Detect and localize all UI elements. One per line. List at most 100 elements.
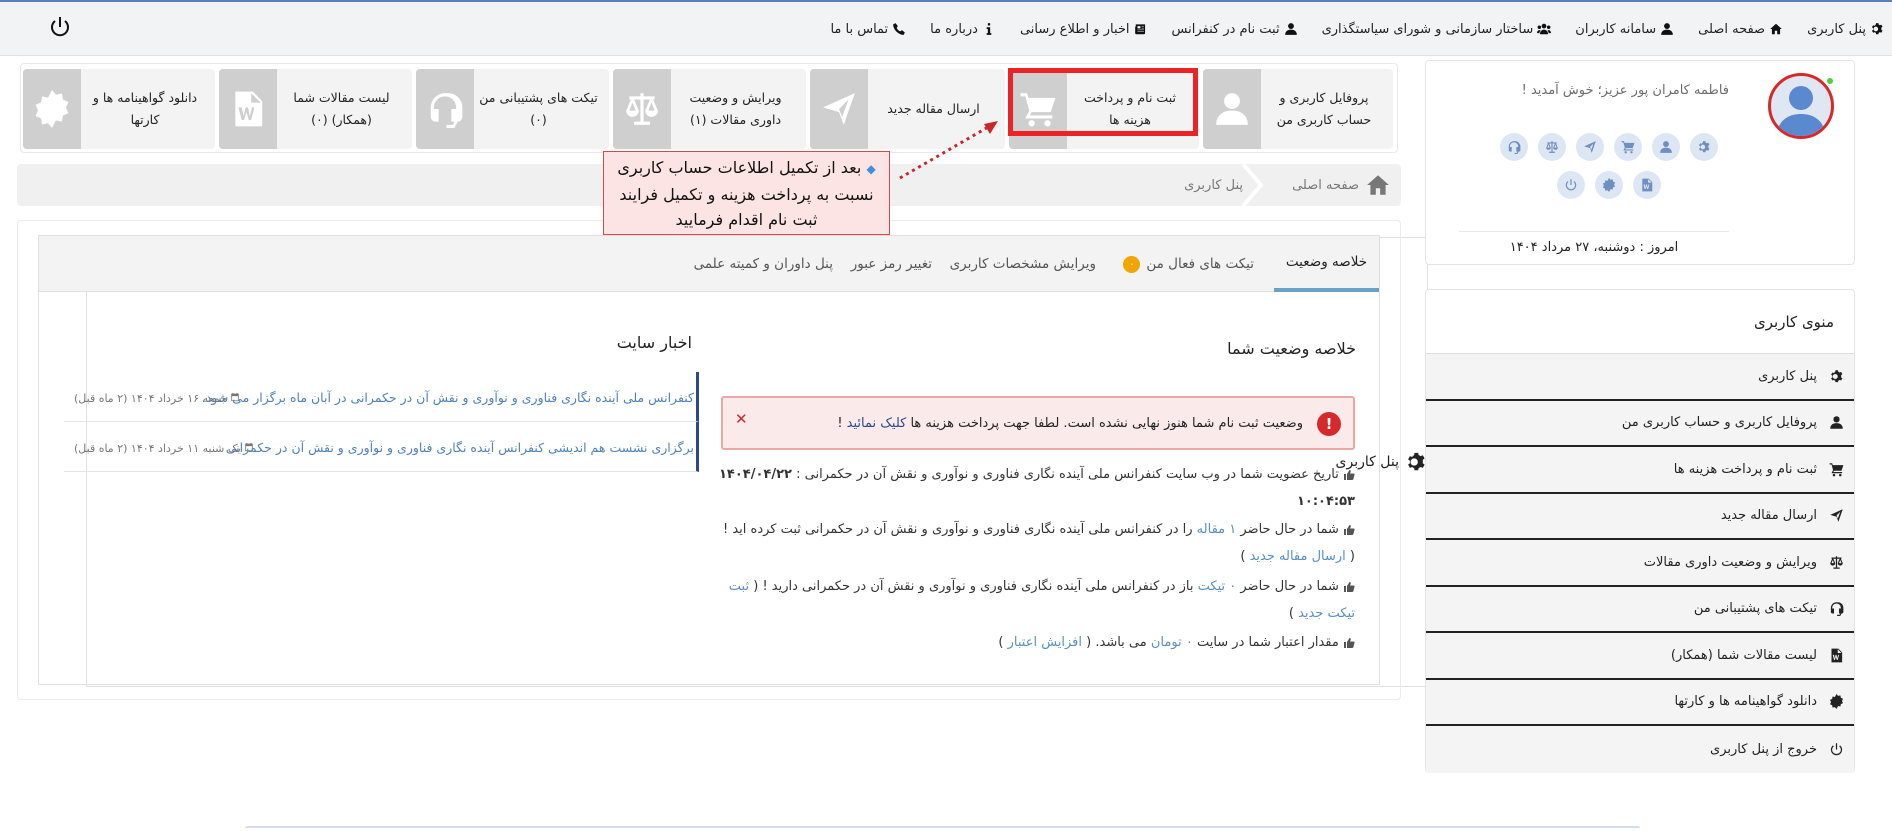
nav-user-panel[interactable]: پنل کاربری	[1807, 22, 1884, 37]
breadcrumb-separator-icon	[1241, 164, 1264, 206]
nav-user-area: پنل کاربری	[48, 2, 1428, 687]
tab-reviewers-panel[interactable]: پنل داوران و کمیته علمی	[694, 236, 833, 292]
breadcrumb-home[interactable]: صفحه اصلی	[1292, 164, 1391, 206]
summary-membership: تاریخ عضویت شما در وب سایت کنفرانس ملی آ…	[718, 467, 1355, 509]
nav-home[interactable]: صفحه اصلی	[1698, 22, 1783, 37]
credit-amount[interactable]: ۰ تومان	[1151, 635, 1193, 650]
news-item[interactable]: برگزاری نشست هم اندیشی کنفرانس آینده نگا…	[64, 422, 699, 472]
gear-icon	[1405, 451, 1427, 473]
nav-news[interactable]: اخبار و اطلاع رسانی	[1020, 22, 1148, 37]
alert-close-icon[interactable]: ✕	[735, 410, 748, 428]
quick-certificate-button[interactable]	[1595, 171, 1623, 199]
tile-profile[interactable]: پروفایل کاربری و حساب کاربری من	[1203, 69, 1393, 149]
avatar[interactable]	[1768, 73, 1834, 139]
tickets-count-badge: ۰	[1123, 255, 1141, 273]
tab-change-password[interactable]: تغییر رمز عبور	[851, 236, 932, 292]
nav-register[interactable]: ثبت نام در کنفرانس	[1172, 22, 1298, 37]
main-menu: پنل کاربری صفحه اصلی سامانه کاربران ساخت…	[830, 2, 1884, 56]
summary-title: خلاصه وضعیت شما	[1227, 339, 1356, 358]
user-icon	[1284, 22, 1298, 36]
users-icon	[1537, 22, 1551, 36]
tickets-count[interactable]: ۰ تیکت	[1198, 579, 1237, 594]
user-menu: منوی کاربری پنل کاربری پروفایل کاربری و …	[1425, 289, 1855, 773]
thumbs-up-icon	[1343, 524, 1355, 536]
quick-logout-button[interactable]	[1557, 171, 1585, 199]
summary-articles: شما در حال حاضر ۱ مقاله را در کنفرانس مل…	[723, 522, 1355, 564]
phone-icon	[892, 22, 906, 36]
news-item-meta: جمعه ۱۶ خرداد ۱۴۰۴ (۲ ماه قبل)	[74, 392, 227, 405]
new-article-link[interactable]: ارسال مقاله جدید	[1250, 549, 1346, 564]
tile-new-article[interactable]: ارسال مقاله جدید	[810, 69, 1005, 149]
tile-articles[interactable]: لیست مقالات شما (همکار) (۰)	[219, 69, 412, 149]
quick-review-button[interactable]	[1538, 133, 1566, 161]
welcome-text: فاطمه کامران پور عزیز؛ خوش آمدید !	[1521, 83, 1729, 98]
thumbs-up-icon	[1343, 637, 1355, 649]
quick-send-button[interactable]	[1576, 133, 1604, 161]
user-menu-title: منوی کاربری	[1426, 290, 1854, 354]
quick-settings-button[interactable]	[1690, 133, 1718, 161]
sidebar-item-logout[interactable]: خروج از پنل کاربری	[1426, 726, 1854, 773]
tile-certificates[interactable]: دانلود گواهینامه ها و کارتها	[23, 69, 215, 149]
user-icon	[1213, 90, 1251, 128]
avatar-placeholder-icon	[1777, 86, 1825, 136]
quick-cart-button[interactable]	[1614, 133, 1642, 161]
sidebar-item-payment[interactable]: ثبت نام و پرداخت هزینه ها	[1426, 447, 1854, 494]
footer-edge	[245, 826, 1640, 831]
quick-profile-button[interactable]	[1652, 133, 1680, 161]
tab-active-tickets[interactable]: تیکت های فعال من ۰	[1123, 236, 1254, 292]
nav-contact[interactable]: تماس با ما	[830, 22, 906, 37]
send-icon	[1829, 508, 1844, 523]
sidebar-item-profile[interactable]: پروفایل کاربری و حساب کاربری من	[1426, 400, 1854, 447]
quick-support-button[interactable]	[1500, 133, 1528, 161]
breadcrumb-current: پنل کاربری	[1184, 177, 1243, 193]
cart-icon	[1621, 140, 1635, 154]
user-icon	[1660, 22, 1674, 36]
increase-credit-link[interactable]: افزایش اعتبار	[1008, 635, 1082, 650]
sidebar-item-review[interactable]: ویرایش و وضعیت داوری مقالات	[1426, 540, 1854, 587]
nav-about[interactable]: درباره ما	[930, 22, 996, 37]
news-item[interactable]: کنفرانس ملی آینده نگاری فناوری و نوآوری …	[64, 372, 699, 422]
certificate-icon	[1602, 178, 1616, 192]
gear-icon	[1697, 140, 1711, 154]
news-item-title[interactable]: برگزاری نشست هم اندیشی کنفرانس آینده نگا…	[226, 440, 694, 455]
gear-icon	[1829, 369, 1844, 384]
alert-pay-link[interactable]: کلیک نمائید	[847, 416, 907, 431]
thumbs-up-icon	[1343, 469, 1355, 481]
headset-icon	[1829, 601, 1844, 616]
sidebar-item-certificates[interactable]: دانلود گواهینامه ها و کارتها	[1426, 679, 1854, 726]
thumbs-up-icon	[1343, 581, 1355, 593]
file-icon	[1829, 648, 1844, 663]
calendar-icon	[244, 442, 254, 452]
certificate-icon	[1829, 694, 1844, 709]
payment-tile-highlight	[1008, 68, 1198, 136]
articles-count[interactable]: ۱ مقاله	[1197, 522, 1237, 537]
tile-tickets[interactable]: تیکت های پشتیبانی من (۰)	[416, 69, 609, 149]
tab-bar: خلاصه وضعیت تیکت های فعال من ۰ ویرایش مشخ…	[39, 236, 1379, 292]
logout-button[interactable]	[48, 15, 72, 43]
tile-review[interactable]: ویرایش و وضعیت داوری مقالات (۱)	[613, 69, 806, 149]
gear-icon	[1870, 22, 1884, 36]
annotation-callout: ◆ بعد از تکمیل اطلاعات حساب کاربری نسبت …	[603, 151, 890, 235]
nav-users-system[interactable]: سامانه کاربران	[1575, 22, 1674, 37]
alert-exclamation-icon: !	[1317, 412, 1341, 436]
sidebar-item-new-article[interactable]: ارسال مقاله جدید	[1426, 493, 1854, 540]
send-icon	[1583, 140, 1597, 154]
news-title: اخبار سایت	[616, 333, 692, 352]
quick-articles-button[interactable]	[1633, 171, 1661, 199]
tab-edit-profile[interactable]: ویرایش مشخصات کاربری	[950, 236, 1096, 292]
calendar-icon	[230, 392, 240, 402]
scale-icon	[1829, 555, 1844, 570]
news-item-title[interactable]: کنفرانس ملی آینده نگاری فناوری و نوآوری …	[202, 390, 694, 405]
top-navbar: پنل کاربری صفحه اصلی سامانه کاربران ساخت…	[0, 0, 1892, 687]
sidebar-item-panel[interactable]: پنل کاربری	[1426, 354, 1854, 401]
sidebar-item-tickets[interactable]: تیکت های پشتیبانی من	[1426, 586, 1854, 633]
today-date: امروز : دوشنبه، ۲۷ مرداد ۱۴۰۴	[1459, 231, 1729, 255]
file-icon	[229, 90, 267, 128]
diamond-icon: ◆	[866, 161, 876, 176]
home-icon	[1365, 172, 1391, 198]
tab-summary[interactable]: خلاصه وضعیت	[1274, 236, 1379, 292]
nav-organization[interactable]: ساختار سازمانی و شورای سیاستگذاری	[1322, 22, 1552, 37]
user-icon	[1829, 415, 1844, 430]
home-icon	[1769, 22, 1783, 36]
sidebar-item-articles[interactable]: لیست مقالات شما (همکار)	[1426, 633, 1854, 680]
